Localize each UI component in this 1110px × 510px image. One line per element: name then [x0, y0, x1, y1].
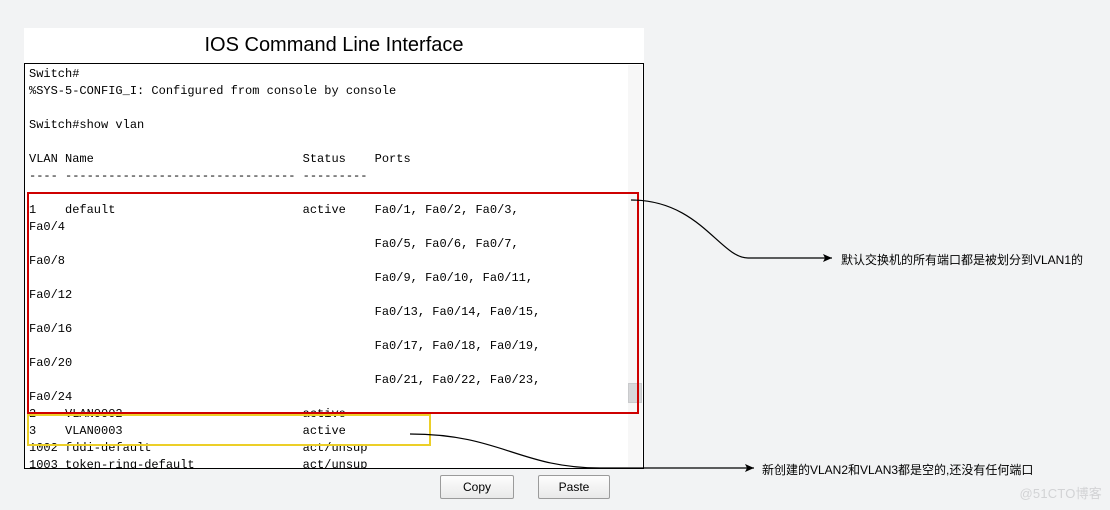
copy-button[interactable]: Copy — [440, 475, 514, 499]
scrollbar[interactable] — [628, 65, 642, 467]
annotation-vlan1: 默认交换机的所有端口都是被划分到VLAN1的 — [841, 251, 1083, 268]
paste-button[interactable]: Paste — [538, 475, 610, 499]
annotation-vlan23: 新创建的VLAN2和VLAN3都是空的,还没有任何端口 — [762, 461, 1033, 478]
watermark: @51CTO博客 — [1020, 483, 1102, 502]
panel-title: IOS Command Line Interface — [24, 28, 644, 63]
terminal-output[interactable]: Switch# %SYS-5-CONFIG_I: Configured from… — [24, 63, 644, 469]
terminal-panel: IOS Command Line Interface Switch# %SYS-… — [24, 28, 644, 469]
scroll-thumb[interactable] — [628, 383, 642, 403]
